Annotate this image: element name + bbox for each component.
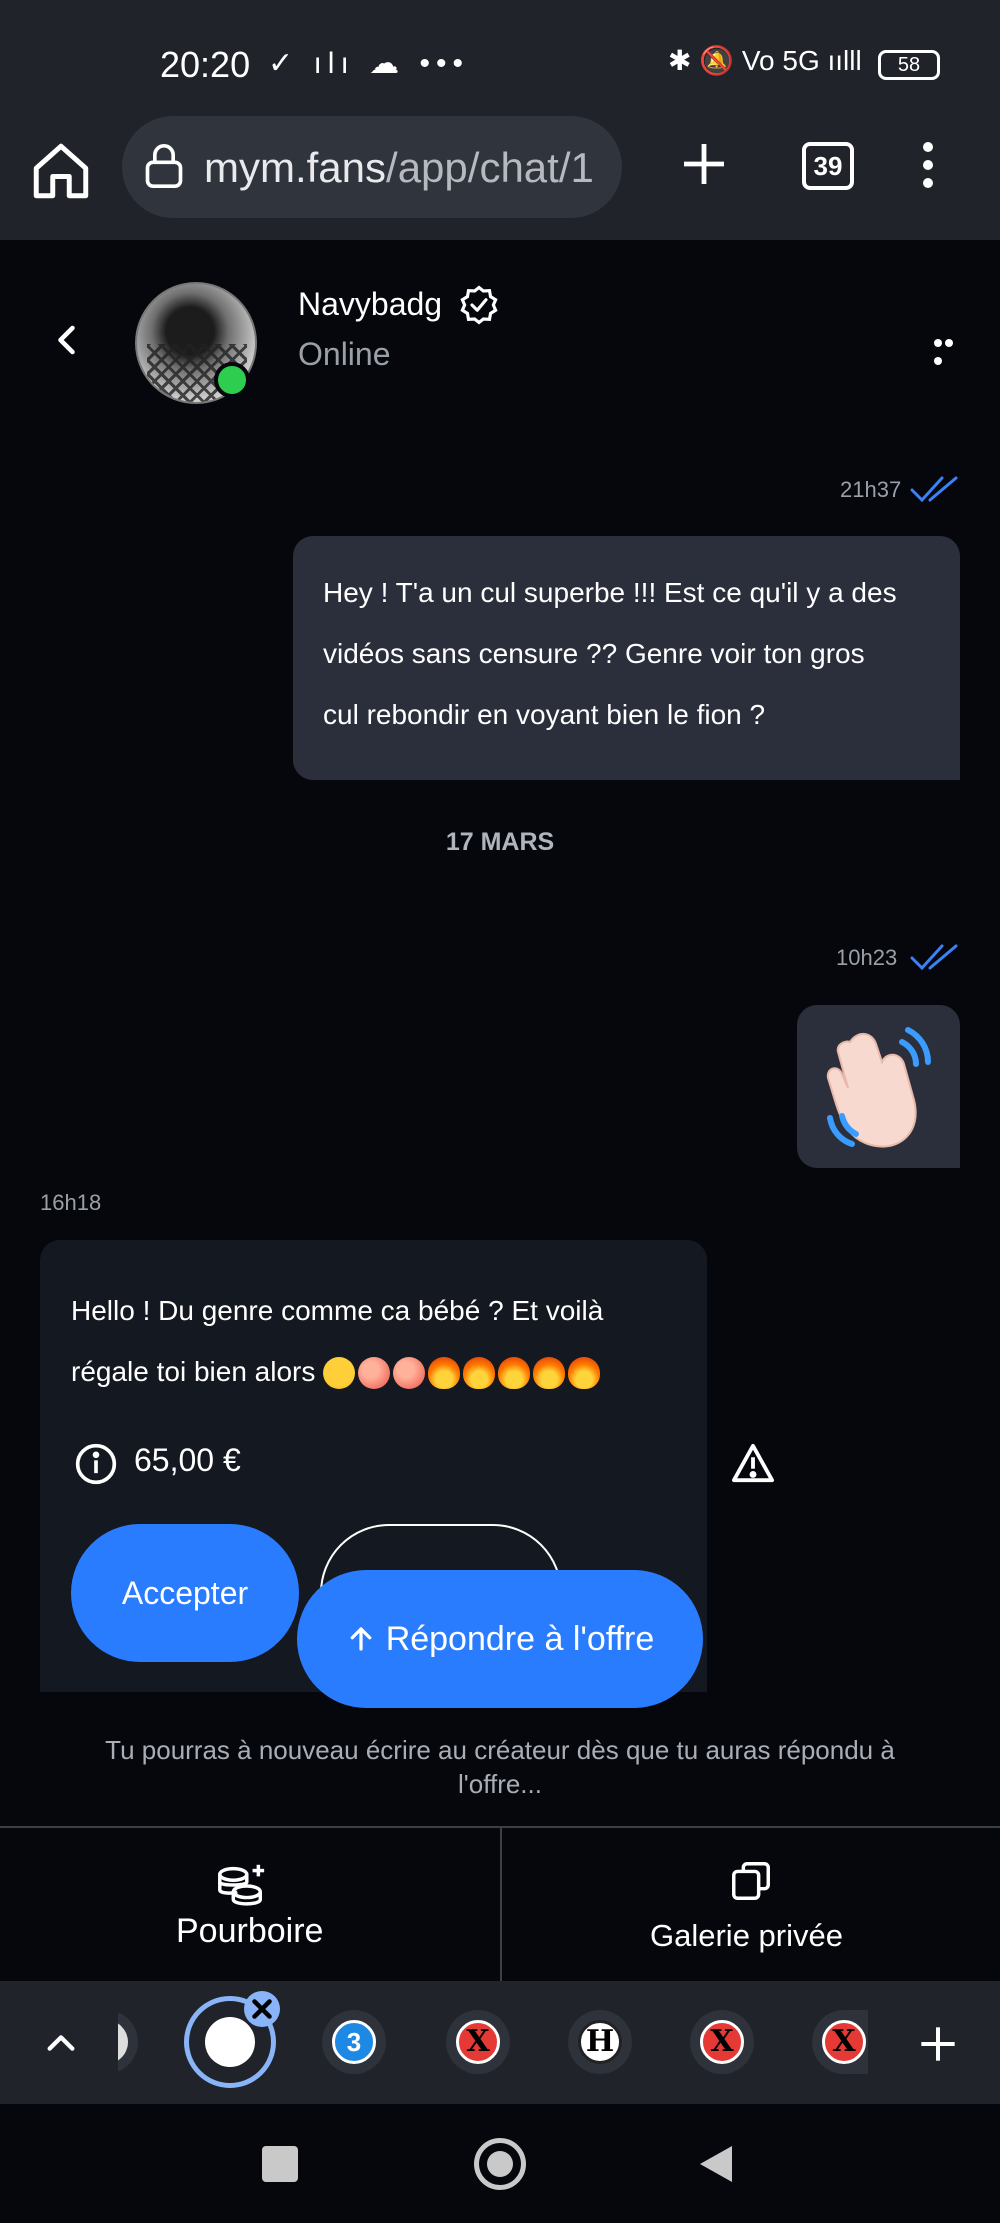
- waving-hand-icon: [826, 1027, 931, 1148]
- report-warning-icon[interactable]: [730, 1442, 776, 1484]
- message-text-line: Hey ! T'a un cul superbe !!! Est ce qu'i…: [323, 577, 897, 608]
- message-timestamp: 16h18: [40, 1190, 102, 1215]
- offer-price: 65,00 €: [134, 1442, 241, 1478]
- message-text-line: Hello ! Du genre comme ca bébé ? Et voil…: [71, 1295, 604, 1326]
- status-icons-right: ✱ 🔕 Vo 5G ıılll: [668, 45, 862, 76]
- message-timestamp: 21h37: [840, 477, 902, 502]
- message-bubble-outgoing[interactable]: Hey ! T'a un cul superbe !!! Est ce qu'i…: [293, 536, 960, 780]
- message-text-line-2: régale toi bien alors: [71, 1356, 316, 1387]
- reply-locked-notice: Tu pourras à nouveau écrire au créateur …: [105, 1735, 895, 1799]
- message-text-line: cul rebondir en voyant bien le fion ?: [323, 699, 766, 730]
- accept-offer-button[interactable]: Accepter: [71, 1524, 299, 1662]
- url-domain: mym.fans: [204, 144, 387, 191]
- verified-badge-icon: [460, 285, 498, 325]
- read-receipt-icon: [910, 944, 958, 971]
- tip-button[interactable]: Pourboire: [176, 1912, 323, 1951]
- arrow-up-icon: [350, 1627, 372, 1651]
- tab-thumbnail[interactable]: 3: [322, 2010, 386, 2074]
- peach-emoji-icon: [358, 1357, 391, 1390]
- home-icon[interactable]: [28, 138, 94, 204]
- add-tab-plus-icon[interactable]: [918, 2024, 958, 2064]
- tab-thumbnail-partial[interactable]: [118, 2010, 138, 2074]
- fire-emoji-icon: [428, 1357, 461, 1390]
- tab-favicon: X: [822, 2020, 866, 2064]
- respond-label: Répondre à l'offre: [385, 1620, 655, 1658]
- fire-emoji-icon: [498, 1357, 531, 1390]
- contact-status: Online: [298, 336, 391, 372]
- close-tab-icon[interactable]: [244, 1991, 280, 2027]
- tab-count-button[interactable]: 39: [802, 142, 854, 190]
- back-triangle-icon[interactable]: [696, 2142, 736, 2186]
- contact-name[interactable]: Navybadg: [298, 286, 442, 323]
- message-timestamp: 10h23: [836, 945, 898, 970]
- tab-favicon: H: [578, 2020, 622, 2064]
- tab-thumbnail[interactable]: X: [446, 2010, 510, 2074]
- status-time: 20:20: [160, 44, 251, 85]
- chevron-up-icon[interactable]: [44, 2026, 78, 2060]
- message-text-line: régale toi bien alors: [71, 1341, 676, 1404]
- private-gallery-button[interactable]: Galerie privée: [650, 1918, 843, 1954]
- emoji-row: [323, 1343, 603, 1404]
- more-options-icon[interactable]: [934, 334, 966, 365]
- date-separator: 17 MARS: [445, 828, 555, 856]
- coins-plus-icon[interactable]: [214, 1862, 268, 1910]
- message-text-line: vidéos sans censure ?? Genre voir ton gr…: [323, 638, 865, 669]
- star-struck-emoji-icon: [323, 1357, 356, 1390]
- new-tab-plus-icon[interactable]: [680, 140, 728, 188]
- browser-menu-icon[interactable]: [914, 142, 942, 192]
- tab-thumbnail[interactable]: X: [690, 2010, 754, 2074]
- tab-thumbnail[interactable]: H: [568, 2010, 632, 2074]
- back-chevron-icon[interactable]: [50, 322, 86, 358]
- recent-apps-icon[interactable]: [262, 2146, 298, 2182]
- online-indicator: [214, 362, 250, 398]
- status-icons-left: ✓ ılı ☁ •••: [268, 47, 469, 80]
- tab-favicon: X: [700, 2020, 744, 2064]
- read-receipt-icon: [910, 476, 958, 503]
- url-text[interactable]: mym.fans/app/chat/1: [204, 144, 604, 192]
- lock-icon: [145, 144, 183, 188]
- tab-favicon: 3: [332, 2020, 376, 2064]
- fire-emoji-icon: [533, 1357, 566, 1390]
- peach-emoji-icon: [393, 1357, 426, 1390]
- battery-icon: 58: [878, 50, 940, 80]
- url-path: /app/chat/1: [386, 144, 594, 191]
- home-circle-icon[interactable]: [474, 2138, 526, 2190]
- fire-emoji-icon: [463, 1357, 496, 1390]
- respond-to-offer-button[interactable]: Répondre à l'offre: [297, 1570, 703, 1708]
- private-gallery-icon[interactable]: [728, 1858, 774, 1904]
- action-divider: [500, 1828, 502, 1981]
- tab-thumbnail[interactable]: X: [812, 2010, 868, 2074]
- tab-favicon: X: [456, 2020, 500, 2064]
- info-icon[interactable]: [74, 1442, 118, 1486]
- fire-emoji-icon: [568, 1357, 601, 1390]
